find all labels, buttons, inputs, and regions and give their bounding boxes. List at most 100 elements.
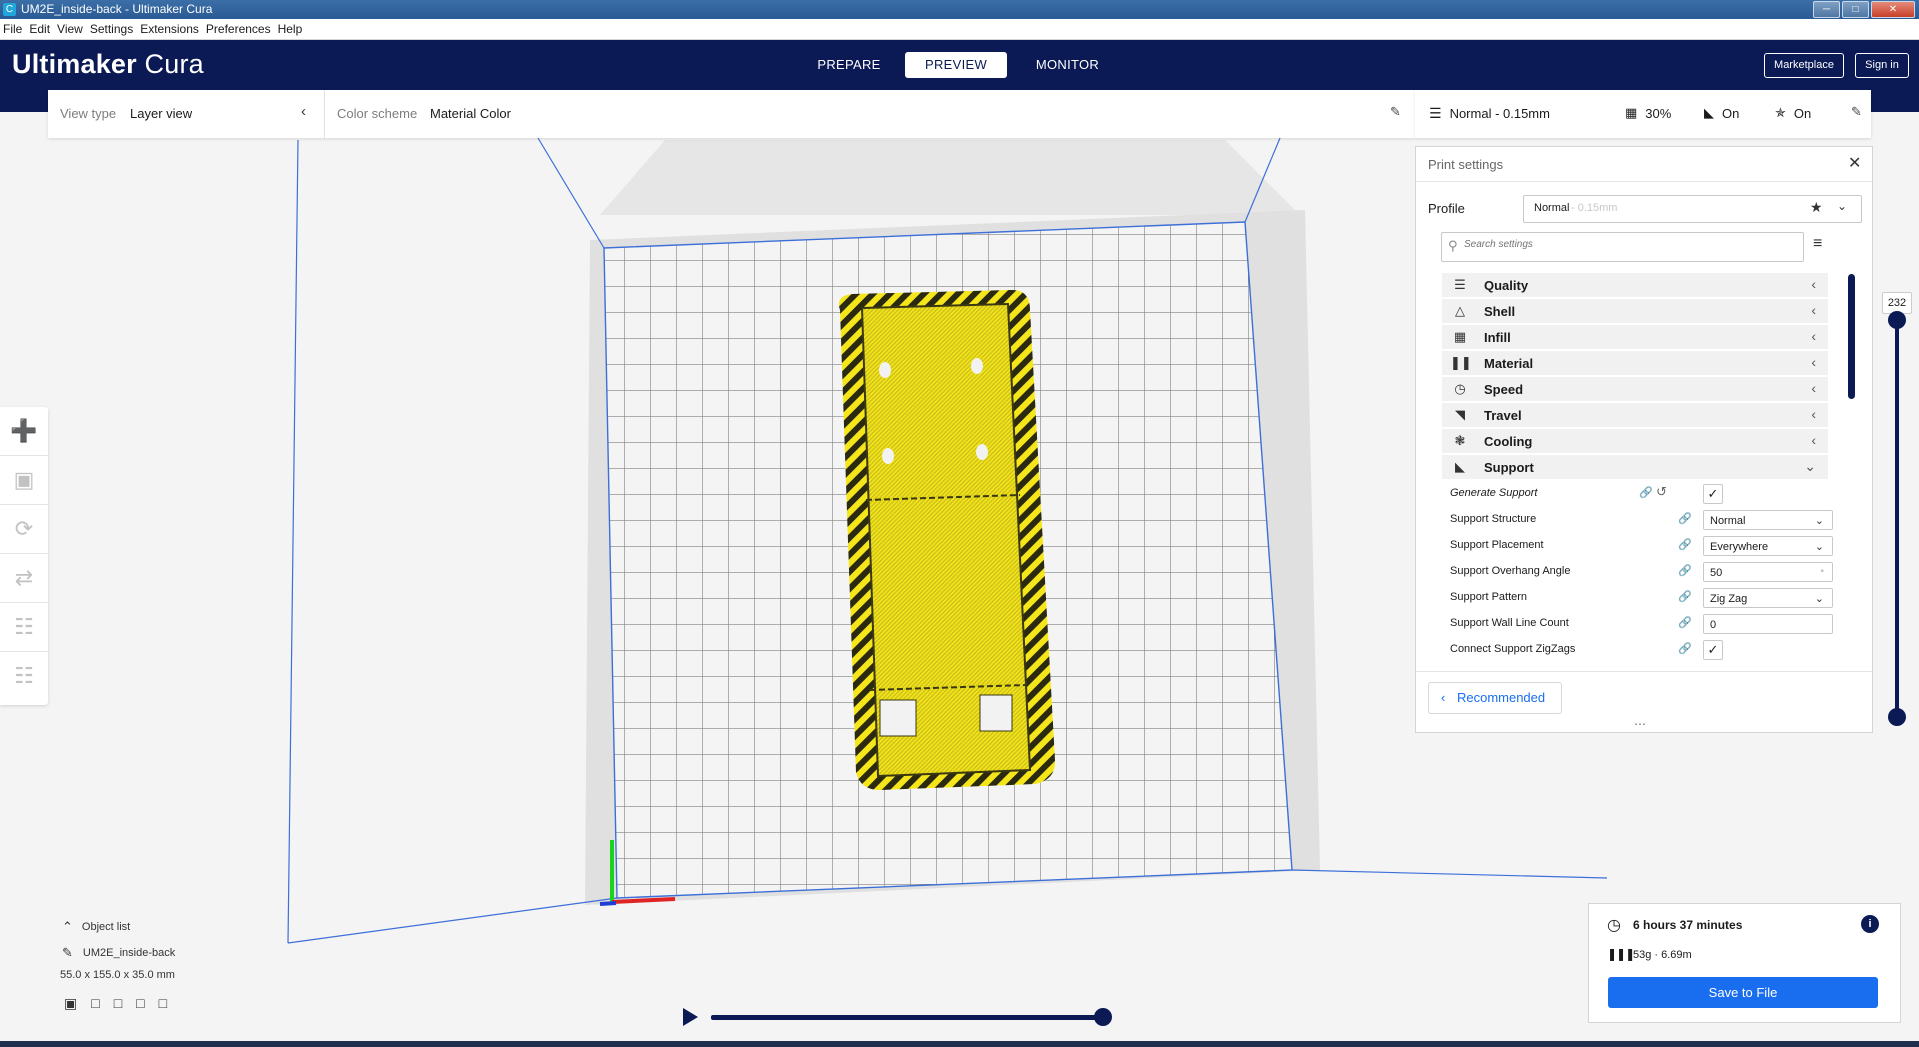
infill-icon: ▦ xyxy=(1625,105,1638,120)
right-view-icon[interactable]: □ xyxy=(159,995,167,1012)
menu-view[interactable]: View xyxy=(54,19,87,39)
close-icon[interactable]: ✕ xyxy=(1848,153,1861,173)
view-type-value[interactable]: Layer view xyxy=(130,106,192,121)
window-title-bar: C UM2E_inside-back - Ultimaker Cura ─ □ … xyxy=(0,0,1919,19)
divider xyxy=(1416,181,1872,182)
search-settings-input[interactable] xyxy=(1462,238,1796,251)
link-icon[interactable]: 🔗 xyxy=(1678,538,1692,551)
support-pattern-dropdown[interactable]: Zig Zag ⌄ xyxy=(1703,588,1833,608)
link-icon[interactable]: 🔗 xyxy=(1678,564,1692,577)
quality-icon: ☰ xyxy=(1454,277,1466,292)
chevron-up-icon[interactable]: ⌃ xyxy=(62,919,73,935)
profile-dropdown[interactable]: Normal - 0.15mm ★ ⌄ xyxy=(1523,195,1862,223)
section-support[interactable]: ◣ Support ⌄ xyxy=(1442,455,1828,479)
menu-file[interactable]: File xyxy=(0,19,26,39)
chevron-left-icon[interactable]: ‹ xyxy=(301,103,306,120)
section-quality[interactable]: ☰ Quality ‹ xyxy=(1442,273,1828,297)
print-setup-header[interactable]: ☰ Normal - 0.15mm ▦ 30% ◣ On ✯ On ✎ xyxy=(1415,90,1871,138)
link-icon[interactable]: 🔗 xyxy=(1678,590,1692,603)
wall-line-count-input[interactable]: 0 xyxy=(1703,614,1833,634)
simulation-slider-handle[interactable] xyxy=(1094,1008,1112,1026)
layer-slider-track[interactable] xyxy=(1888,311,1906,726)
save-to-file-button[interactable]: Save to File xyxy=(1608,977,1878,1008)
object-name: UM2E_inside-back xyxy=(82,947,176,959)
minimize-button[interactable]: ─ xyxy=(1813,1,1840,18)
rotate-tool-icon[interactable]: ⟳ xyxy=(0,505,48,554)
view-toolbar: View type Layer view ‹ Color scheme Mate… xyxy=(48,90,1415,138)
support-icon: ◣ xyxy=(1455,459,1465,474)
stage-tab-preview[interactable]: PREVIEW xyxy=(905,52,1007,78)
overhang-angle-input[interactable]: 50 ° xyxy=(1703,562,1833,582)
simulation-slider-track[interactable] xyxy=(711,1008,1112,1026)
section-travel[interactable]: ◥ Travel ‹ xyxy=(1442,403,1828,427)
chevron-down-icon: ⌄ xyxy=(1804,458,1816,474)
mirror-tool-icon[interactable]: ⇄ xyxy=(0,554,48,603)
connect-zigzags-checkbox[interactable]: ✓ xyxy=(1703,640,1723,660)
pencil-icon[interactable]: ✎ xyxy=(1390,104,1401,120)
print-information-panel: ◷ 6 hours 37 minutes i ❚❚❚ 53g · 6.69m S… xyxy=(1588,903,1901,1023)
recommended-button[interactable]: ‹ Recommended xyxy=(1428,682,1562,714)
menu-settings[interactable]: Settings xyxy=(87,19,137,39)
link-icon[interactable]: 🔗 xyxy=(1639,486,1653,499)
os-taskbar xyxy=(0,1041,1919,1047)
chevron-left-icon: ‹ xyxy=(1811,432,1816,448)
ultimaker-cura-logo: Ultimaker Cura xyxy=(12,49,204,79)
support-blocker-icon[interactable]: ☷ xyxy=(0,652,48,700)
search-settings-box[interactable]: ⚲ xyxy=(1441,232,1804,262)
settings-menu-icon[interactable]: ≡ xyxy=(1813,235,1822,253)
support-structure-dropdown[interactable]: Normal ⌄ xyxy=(1703,510,1833,530)
stage-tab-monitor[interactable]: MONITOR xyxy=(1020,52,1115,78)
menu-extensions[interactable]: Extensions xyxy=(137,19,203,39)
marketplace-button[interactable]: Marketplace xyxy=(1764,53,1844,78)
setting-connect-support-zigzags: Connect Support ZigZags xyxy=(1450,643,1576,655)
maximize-button[interactable]: □ xyxy=(1842,1,1869,18)
link-icon[interactable]: 🔗 xyxy=(1678,512,1692,525)
color-scheme-value[interactable]: Material Color xyxy=(430,106,511,121)
front-view-icon[interactable]: □ xyxy=(91,995,99,1012)
top-view-icon[interactable]: □ xyxy=(114,995,122,1012)
profile-icon: ☰ xyxy=(1429,105,1442,121)
material-spool-icon: ❚❚❚ xyxy=(1607,947,1635,961)
chevron-left-icon: ‹ xyxy=(1441,690,1446,705)
link-icon[interactable]: 🔗 xyxy=(1678,642,1692,655)
section-infill[interactable]: ▦ Infill ‹ xyxy=(1442,325,1828,349)
section-speed[interactable]: ◷ Speed ‹ xyxy=(1442,377,1828,401)
color-scheme-label: Color scheme xyxy=(337,106,418,121)
clock-icon: ◷ xyxy=(1607,917,1621,934)
3d-view-icon[interactable]: ▣ xyxy=(64,995,77,1012)
shell-icon: △ xyxy=(1455,303,1465,318)
play-icon[interactable] xyxy=(683,1008,698,1026)
speed-icon: ◷ xyxy=(1454,381,1466,396)
menu-edit[interactable]: Edit xyxy=(26,19,54,39)
menu-preferences[interactable]: Preferences xyxy=(203,19,275,39)
pencil-icon[interactable]: ✎ xyxy=(62,945,73,961)
per-model-settings-icon[interactable]: ☷ xyxy=(0,603,48,652)
section-material[interactable]: ❚❚ Material ‹ xyxy=(1442,351,1828,375)
settings-scrollbar[interactable] xyxy=(1848,274,1855,399)
pencil-icon[interactable]: ✎ xyxy=(1851,104,1862,120)
move-tool-icon[interactable]: ➕ xyxy=(0,407,48,456)
section-shell[interactable]: △ Shell ‹ xyxy=(1442,299,1828,323)
generate-support-checkbox[interactable]: ✓ xyxy=(1703,484,1723,504)
layer-slider-lower-handle[interactable] xyxy=(1888,708,1906,726)
stage-tab-prepare[interactable]: PREPARE xyxy=(804,52,894,78)
close-window-button[interactable]: ✕ xyxy=(1871,1,1915,18)
print-settings-panel: Print settings ✕ Profile Normal - 0.15mm… xyxy=(1415,146,1873,733)
info-icon[interactable]: i xyxy=(1861,915,1879,933)
sign-in-button[interactable]: Sign in xyxy=(1855,53,1909,78)
reset-icon[interactable]: ↺ xyxy=(1656,484,1667,500)
chevron-down-icon[interactable]: ⌄ xyxy=(1837,199,1847,213)
link-icon[interactable]: 🔗 xyxy=(1678,616,1692,629)
menu-bar: File Edit View Settings Extensions Prefe… xyxy=(0,19,1919,40)
support-summary: On xyxy=(1722,105,1740,121)
object-list-label[interactable]: Object list xyxy=(82,921,130,933)
scale-tool-icon[interactable]: ▣ xyxy=(0,456,48,505)
chevron-left-icon: ‹ xyxy=(1811,328,1816,344)
section-cooling[interactable]: ❃ Cooling ‹ xyxy=(1442,429,1828,453)
star-icon[interactable]: ★ xyxy=(1810,199,1823,216)
menu-help[interactable]: Help xyxy=(275,19,307,39)
layer-slider-upper-handle[interactable] xyxy=(1888,311,1906,329)
resize-handle[interactable]: ⋯ xyxy=(1634,717,1646,731)
support-placement-dropdown[interactable]: Everywhere ⌄ xyxy=(1703,536,1833,556)
left-view-icon[interactable]: □ xyxy=(136,995,144,1012)
